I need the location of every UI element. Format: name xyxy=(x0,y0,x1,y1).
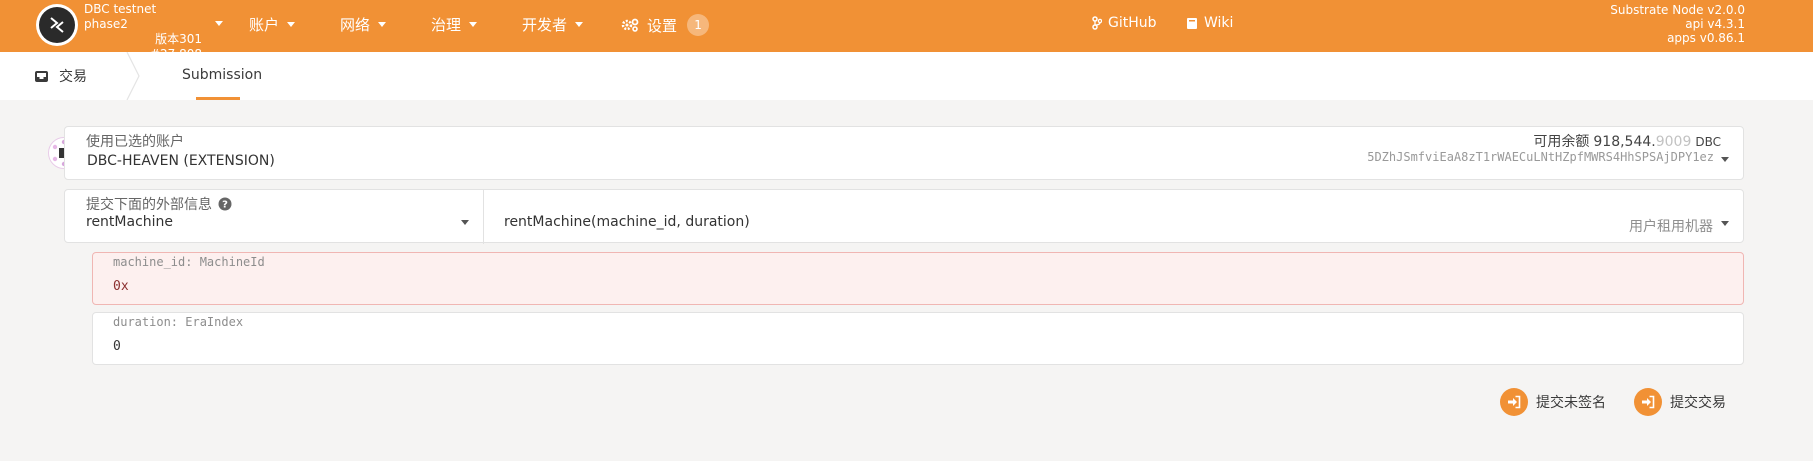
tab-home-label: 交易 xyxy=(59,69,87,85)
submit-unsigned-label: 提交未签名 xyxy=(1536,395,1606,411)
menu-settings-label: 设置 xyxy=(647,16,678,35)
node-version-info: Substrate Node v2.0.0 api v4.3.1 apps v0… xyxy=(1610,3,1745,45)
account-address: 5DZhJSmfviEaA8zT1rWAECuLNtHZpfMWRS4HhSPS… xyxy=(1367,150,1714,164)
chevron-down-icon xyxy=(378,22,387,27)
section-value: rentMachine xyxy=(86,214,174,230)
chevron-down-icon xyxy=(575,22,584,27)
chevron-down-icon[interactable] xyxy=(1721,157,1729,162)
logo-mark-icon xyxy=(39,7,75,43)
method-dropdown[interactable]: rentMachine(machine_id, duration) 用户租用机器 xyxy=(484,190,1743,244)
inbox-icon xyxy=(35,70,48,82)
chevron-down-icon xyxy=(461,220,469,225)
menu-developer[interactable]: 开发者 xyxy=(522,14,584,35)
gears-icon xyxy=(621,18,639,32)
api-version: api v4.3.1 xyxy=(1685,17,1745,31)
menu-governance-label: 治理 xyxy=(431,16,462,34)
menu-accounts-label: 账户 xyxy=(249,16,280,34)
extrinsic-selector: 提交下面的外部信息 ? rentMachine rentMachine(mach… xyxy=(64,189,1744,244)
param-machine-id[interactable]: machine_id: MachineId 0x xyxy=(92,252,1744,305)
menu-governance[interactable]: 治理 xyxy=(431,14,478,35)
section-dropdown[interactable]: rentMachine xyxy=(65,190,484,244)
account-selector[interactable]: 使用已选的账户 DBC-HEAVEN (EXTENSION) 可用余额 918,… xyxy=(64,126,1744,180)
breadcrumb-separator xyxy=(126,52,140,100)
menu-settings[interactable]: 设置 1 xyxy=(621,14,710,36)
apps-version: apps v0.86.1 xyxy=(1667,31,1745,45)
param-label: duration: EraIndex xyxy=(113,315,244,329)
wiki-link[interactable]: Wiki xyxy=(1186,15,1233,31)
menu-network-label: 网络 xyxy=(340,16,371,34)
github-label: GitHub xyxy=(1108,15,1157,31)
github-link[interactable]: GitHub xyxy=(1092,15,1157,31)
chain-dropdown-icon[interactable] xyxy=(215,21,223,26)
balance-decimals: 9009 xyxy=(1655,134,1692,150)
sign-in-icon xyxy=(1634,388,1662,416)
menu-developer-label: 开发者 xyxy=(522,16,568,34)
code-branch-icon xyxy=(1092,16,1102,30)
method-value: rentMachine(machine_id, duration) xyxy=(504,214,750,230)
chain-name: DBC testnet phase2 xyxy=(84,2,157,31)
menu-network[interactable]: 网络 xyxy=(340,14,387,35)
wiki-label: Wiki xyxy=(1204,15,1234,31)
runtime-version: 版本301 xyxy=(155,32,202,46)
chevron-down-icon xyxy=(287,22,296,27)
submit-transaction-label: 提交交易 xyxy=(1670,395,1726,411)
chevron-down-icon xyxy=(1721,221,1729,226)
node-version: Substrate Node v2.0.0 xyxy=(1610,3,1745,17)
param-duration[interactable]: duration: EraIndex 0 xyxy=(92,312,1744,365)
param-input[interactable]: 0x xyxy=(113,279,129,294)
book-icon xyxy=(1187,17,1197,29)
submit-transaction-button[interactable]: 提交交易 xyxy=(1634,388,1726,416)
balance-unit: DBC xyxy=(1695,135,1721,149)
menu-accounts[interactable]: 账户 xyxy=(249,14,296,35)
top-navbar: DBC testnet phase2 版本301 #27,808 账户 网络 治… xyxy=(0,0,1813,61)
selected-account-name: DBC-HEAVEN (EXTENSION) xyxy=(87,153,275,169)
dbc-logo[interactable] xyxy=(36,4,78,46)
tab-extrinsics-home[interactable]: 交易 xyxy=(34,66,87,86)
method-description: 用户租用机器 xyxy=(1629,219,1713,235)
tab-bar: 交易 Submission xyxy=(0,52,1813,100)
balance-label: 可用余额 xyxy=(1533,134,1590,150)
tab-submission[interactable]: Submission xyxy=(182,67,262,83)
param-label: machine_id: MachineId xyxy=(113,255,265,269)
active-tab-indicator xyxy=(196,97,240,100)
settings-badge: 1 xyxy=(687,14,710,36)
submit-unsigned-button[interactable]: 提交未签名 xyxy=(1500,388,1606,416)
chevron-down-icon xyxy=(469,22,478,27)
available-balance: 可用余额 918,544. 9009 DBC xyxy=(1533,131,1721,151)
balance-integer: 918,544. xyxy=(1593,134,1656,150)
sign-in-icon xyxy=(1500,388,1528,416)
account-selector-label: 使用已选的账户 xyxy=(86,134,184,150)
param-input[interactable]: 0 xyxy=(113,339,121,354)
